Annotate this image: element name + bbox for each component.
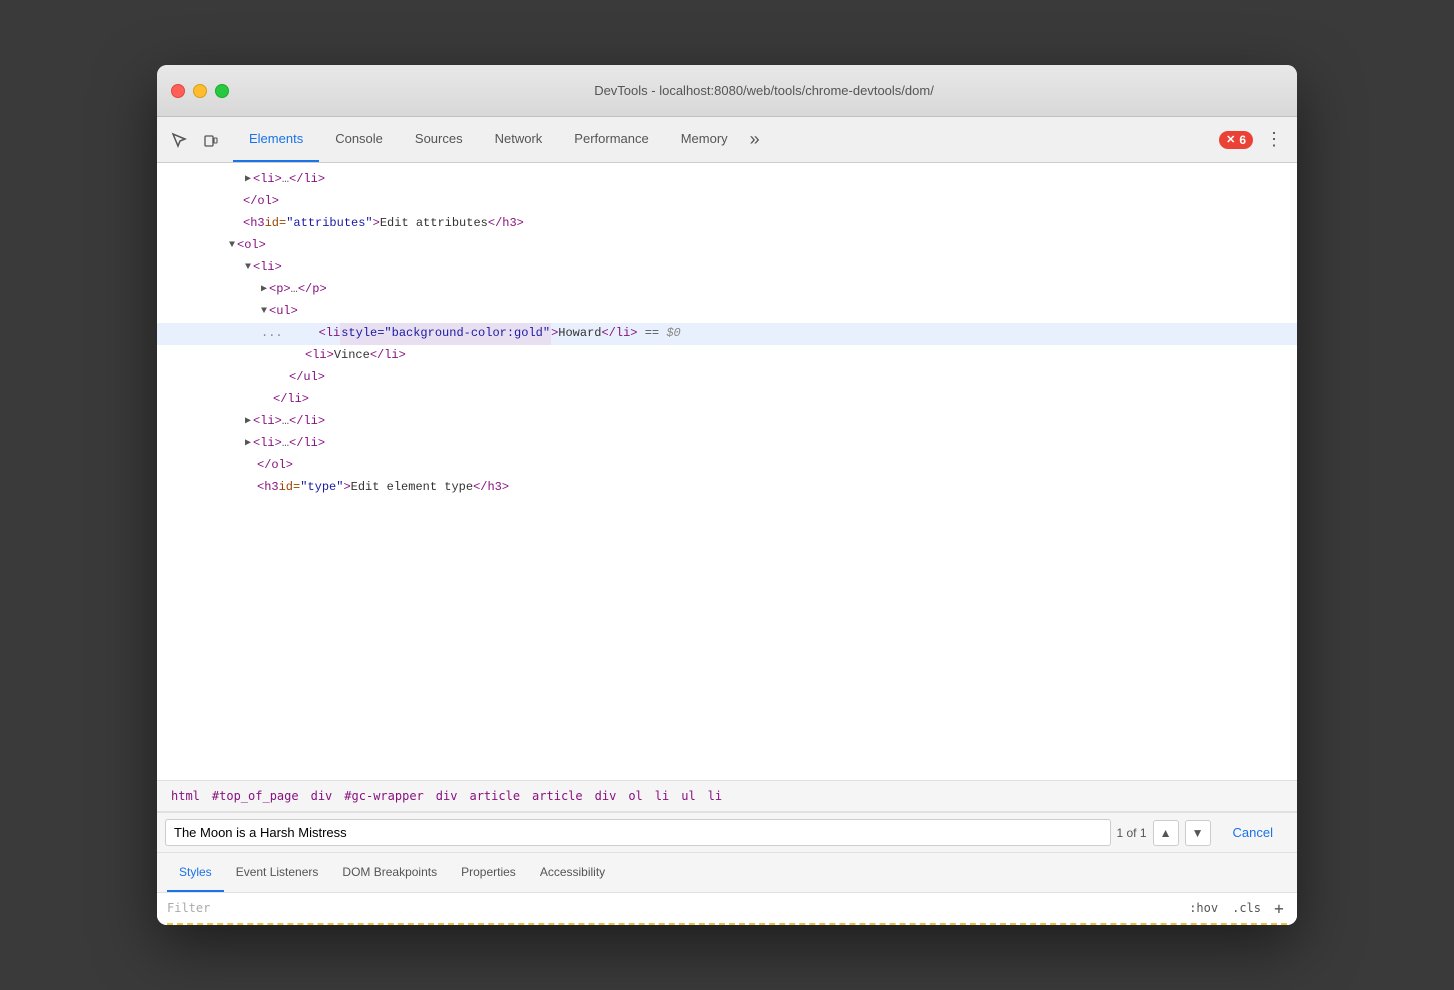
breadcrumb-item[interactable]: ul [677, 787, 699, 805]
error-badge[interactable]: ✕ 6 [1219, 131, 1253, 149]
tab-sources[interactable]: Sources [399, 117, 479, 162]
dom-line: </ol> [157, 455, 1297, 477]
breadcrumb-item[interactable]: #top_of_page [208, 787, 303, 805]
dom-line: </ol> [157, 191, 1297, 213]
breadcrumb-item[interactable]: article [528, 787, 587, 805]
main-area: ▶<li>…</li> </ol> <h3 id="attributes">Ed… [157, 163, 1297, 925]
bottom-tabs: Styles Event Listeners DOM Breakpoints P… [157, 852, 1297, 892]
triangle-icon[interactable]: ▶ [245, 413, 251, 431]
triangle-icon[interactable]: ▶ [245, 171, 251, 189]
error-count: 6 [1239, 133, 1246, 147]
dom-line: <h3 id="type">Edit element type</h3> [157, 477, 1297, 499]
tab-elements[interactable]: Elements [233, 117, 319, 162]
maximize-button[interactable] [215, 84, 229, 98]
element-indicator: ... [261, 323, 283, 345]
dom-line: ▼<li> [157, 257, 1297, 279]
dom-line: ▼<ul> [157, 301, 1297, 323]
search-prev-button[interactable]: ▲ [1153, 820, 1179, 846]
dom-line: <li>Vince</li> [157, 345, 1297, 367]
triangle-icon[interactable]: ▼ [229, 237, 235, 255]
breadcrumb-item[interactable]: ol [624, 787, 646, 805]
filter-placeholder: Filter [167, 901, 1177, 915]
search-next-button[interactable]: ▼ [1185, 820, 1211, 846]
dom-tree[interactable]: ▶<li>…</li> </ol> <h3 id="attributes">Ed… [157, 163, 1297, 780]
more-tabs-button[interactable]: » [744, 125, 766, 154]
close-button[interactable] [171, 84, 185, 98]
breadcrumb-item[interactable]: div [432, 787, 462, 805]
inspect-icon[interactable] [165, 126, 193, 154]
dom-line: ▶<p>…</p> [157, 279, 1297, 301]
tab-styles[interactable]: Styles [167, 853, 224, 892]
dom-line: ▶<li>…</li> [157, 169, 1297, 191]
dom-line: ▼<ol> [157, 235, 1297, 257]
settings-menu-button[interactable]: ⋮ [1259, 125, 1289, 154]
tab-properties[interactable]: Properties [449, 853, 528, 892]
error-icon: ✕ [1226, 133, 1235, 146]
hov-filter-button[interactable]: :hov [1185, 899, 1222, 917]
toolbar-icons [165, 126, 225, 154]
tab-dom-breakpoints[interactable]: DOM Breakpoints [330, 853, 449, 892]
minimize-button[interactable] [193, 84, 207, 98]
triangle-icon[interactable]: ▶ [245, 435, 251, 453]
tab-navigation: Elements Console Sources Network Perform… [233, 117, 1219, 162]
dom-line-selected[interactable]: ... <li style="background-color:gold">Ho… [157, 323, 1297, 345]
add-style-button[interactable]: + [1271, 900, 1287, 916]
breadcrumb-item[interactable]: li [704, 787, 726, 805]
breadcrumb-bar: html #top_of_page div #gc-wrapper div ar… [157, 780, 1297, 812]
breadcrumb-item[interactable]: li [651, 787, 673, 805]
dom-line: <h3 id="attributes">Edit attributes</h3> [157, 213, 1297, 235]
dom-line: ▶<li>…</li> [157, 433, 1297, 455]
cls-filter-button[interactable]: .cls [1228, 899, 1265, 917]
main-toolbar: Elements Console Sources Network Perform… [157, 117, 1297, 163]
triangle-icon[interactable]: ▶ [261, 281, 267, 299]
tab-memory[interactable]: Memory [665, 117, 744, 162]
tab-network[interactable]: Network [479, 117, 559, 162]
toolbar-right: ✕ 6 ⋮ [1219, 125, 1289, 154]
search-bar: 1 of 1 ▲ ▼ Cancel [157, 812, 1297, 852]
search-count: 1 of 1 [1117, 826, 1147, 840]
triangle-icon[interactable]: ▼ [245, 259, 251, 277]
tab-console[interactable]: Console [319, 117, 399, 162]
tab-accessibility[interactable]: Accessibility [528, 853, 617, 892]
breadcrumb-item[interactable]: div [591, 787, 621, 805]
filter-controls: :hov .cls + [1185, 899, 1287, 917]
window-title: DevTools - localhost:8080/web/tools/chro… [245, 83, 1283, 98]
search-cancel-button[interactable]: Cancel [1217, 820, 1289, 845]
tab-performance[interactable]: Performance [558, 117, 664, 162]
styles-hint-border [167, 923, 1287, 925]
breadcrumb-item[interactable]: div [307, 787, 337, 805]
dom-line: ▶<li>…</li> [157, 411, 1297, 433]
dom-line: </li> [157, 389, 1297, 411]
titlebar: DevTools - localhost:8080/web/tools/chro… [157, 65, 1297, 117]
device-toggle-icon[interactable] [197, 126, 225, 154]
dom-line: </ul> [157, 367, 1297, 389]
devtools-window: DevTools - localhost:8080/web/tools/chro… [157, 65, 1297, 925]
triangle-icon[interactable]: ▼ [261, 303, 267, 321]
breadcrumb-item[interactable]: #gc-wrapper [340, 787, 427, 805]
search-input[interactable] [165, 819, 1111, 846]
breadcrumb-item[interactable]: html [167, 787, 204, 805]
breadcrumb-item[interactable]: article [465, 787, 524, 805]
tab-event-listeners[interactable]: Event Listeners [224, 853, 331, 892]
styles-filter-bar: Filter :hov .cls + [157, 892, 1297, 923]
traffic-lights [171, 84, 229, 98]
